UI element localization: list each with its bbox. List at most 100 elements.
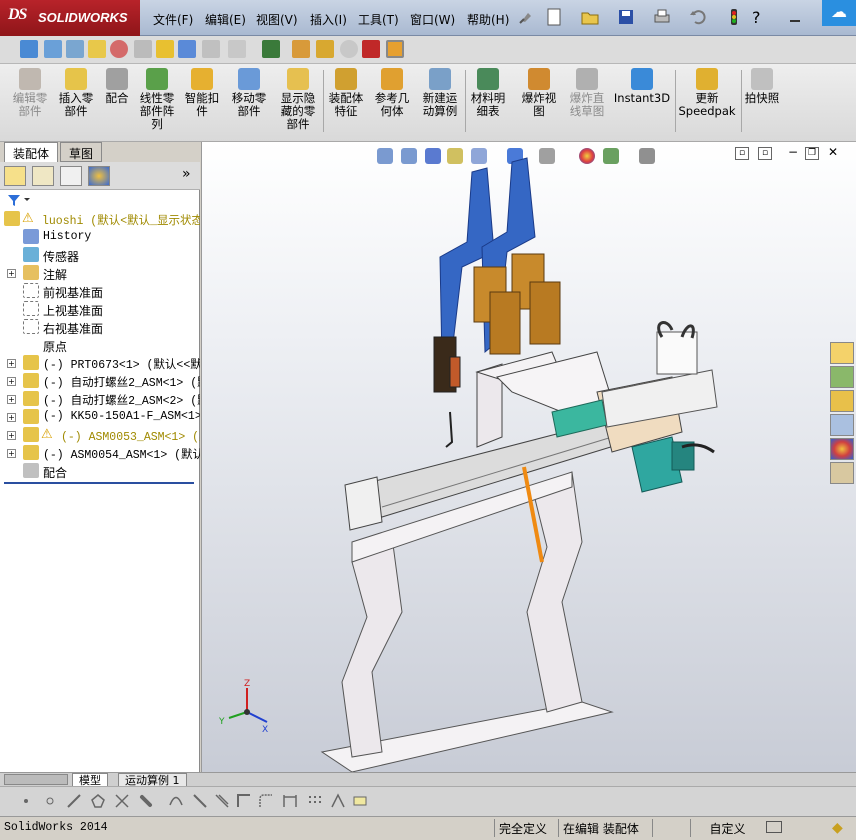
clearance-icon[interactable] — [202, 40, 220, 58]
line-icon[interactable] — [66, 793, 82, 809]
checkmark-circle-icon[interactable] — [340, 40, 358, 58]
render-icon[interactable] — [316, 40, 334, 58]
open-folder-icon[interactable] — [580, 7, 600, 27]
tree-item[interactable]: 右视基准面 — [0, 318, 200, 336]
center-point-icon[interactable] — [42, 793, 58, 809]
command-button-4[interactable]: 智能扣 件 — [182, 68, 222, 118]
save-icon[interactable] — [616, 7, 636, 27]
minimize-window-icon[interactable] — [786, 7, 806, 27]
tree-item[interactable]: + (-) 自动打螺丝2_ASM<2> (默 — [0, 390, 200, 408]
appearance-icon[interactable] — [386, 40, 404, 58]
compare-icon[interactable] — [262, 40, 280, 58]
feature-manager-icon[interactable] — [4, 166, 26, 186]
command-button-8[interactable]: 参考几 何体 — [372, 68, 412, 118]
custom-properties-icon[interactable] — [830, 462, 854, 484]
spell-check-icon[interactable] — [20, 40, 38, 58]
performance-icon[interactable] — [292, 40, 310, 58]
units-status[interactable]: 自定义 — [690, 819, 764, 837]
expand-toggle-icon[interactable]: + — [7, 269, 16, 278]
fillet-icon[interactable] — [258, 793, 274, 809]
file-explorer-icon[interactable] — [830, 390, 854, 412]
trim-icon[interactable] — [114, 793, 130, 809]
section-properties-icon[interactable] — [88, 40, 106, 58]
tree-item[interactable]: 前视基准面 — [0, 282, 200, 300]
menu-file[interactable]: 文件(F) — [153, 11, 193, 28]
configuration-manager-icon[interactable] — [60, 166, 82, 186]
help-question-icon[interactable]: ? — [752, 8, 772, 28]
expand-toggle-icon[interactable]: + — [7, 395, 16, 404]
command-button-0[interactable]: 编辑零 部件 — [6, 68, 54, 118]
view-palette-icon[interactable] — [830, 414, 854, 436]
dimension-icon[interactable] — [282, 793, 298, 809]
tab-sketch[interactable]: 草图 — [60, 142, 103, 162]
tab-assembly[interactable]: 装配体 — [4, 142, 59, 162]
menu-tools[interactable]: 工具(T) — [358, 11, 399, 28]
interference-icon[interactable] — [134, 40, 152, 58]
mirror-icon[interactable] — [214, 793, 230, 809]
convert-icon[interactable] — [192, 793, 208, 809]
expand-toggle-icon[interactable]: + — [7, 449, 16, 458]
menu-help[interactable]: 帮助(H) — [467, 11, 509, 28]
stop-icon[interactable] — [362, 40, 380, 58]
cloud-icon[interactable]: ☁ — [822, 0, 856, 26]
appearances-scenes-icon[interactable] — [830, 438, 854, 460]
tree-item[interactable]: + (-) 自动打螺丝2_ASM<1> (默 — [0, 372, 200, 390]
expand-toggle-icon[interactable]: + — [7, 413, 16, 422]
expand-toggle-icon[interactable]: + — [7, 431, 16, 440]
command-button-6[interactable]: 显示隐 藏的零 部件 — [276, 68, 320, 131]
command-button-7[interactable]: 装配体 特征 — [326, 68, 366, 118]
tree-item[interactable]: 上视基准面 — [0, 300, 200, 318]
tree-item[interactable]: + ⚠ (-) ASM0053_ASM<1> (默认 — [0, 426, 200, 444]
relations-icon[interactable] — [352, 793, 368, 809]
expand-panel-icon[interactable]: » — [182, 166, 191, 182]
tag-icon[interactable]: ◆ — [828, 819, 848, 837]
command-button-14[interactable]: 更新 Speedpak — [676, 68, 738, 118]
home-icon[interactable] — [830, 342, 854, 364]
tree-item[interactable]: 传感器 — [0, 246, 200, 264]
command-button-3[interactable]: 线性零 部件阵 列 — [136, 68, 178, 131]
menu-window[interactable]: 窗口(W) — [410, 11, 455, 28]
command-button-11[interactable]: 爆炸视 图 — [518, 68, 560, 118]
menu-view[interactable]: 视图(V) — [256, 11, 298, 28]
property-manager-icon[interactable] — [32, 166, 54, 186]
tree-item[interactable]: History — [0, 228, 200, 246]
tree-item[interactable]: 配合 — [0, 462, 200, 480]
command-button-15[interactable]: 拍快照 — [740, 68, 784, 105]
polygon-icon[interactable] — [90, 793, 106, 809]
collision-icon[interactable] — [228, 40, 246, 58]
tree-item[interactable]: + (-) KK50-150A1-F_ASM<1> ( — [0, 408, 200, 426]
command-button-1[interactable]: 插入零 部件 — [54, 68, 98, 118]
command-button-13[interactable]: Instant3D — [612, 68, 672, 105]
expand-toggle-icon[interactable]: + — [7, 377, 16, 386]
assembly-model[interactable]: Z Y X — [202, 142, 856, 772]
undo-icon[interactable] — [688, 7, 708, 27]
mass-properties-icon[interactable] — [66, 40, 84, 58]
command-button-5[interactable]: 移动零 部件 — [228, 68, 270, 118]
rebuild-status-icon[interactable] — [766, 821, 782, 833]
offset-icon[interactable] — [168, 793, 184, 809]
graphics-area[interactable]: ▫ ▫ − ❐ ✕ Z Y X — [201, 142, 856, 772]
slot-icon[interactable] — [138, 793, 154, 809]
print-icon[interactable] — [652, 7, 672, 27]
measure-icon[interactable] — [44, 40, 62, 58]
check-icon[interactable] — [156, 40, 174, 58]
command-button-9[interactable]: 新建运 动算例 — [418, 68, 462, 118]
command-button-12[interactable]: 爆炸直 线草图 — [564, 68, 610, 118]
tree-item[interactable]: + (-) PRT0673<1> (默认<<默认 — [0, 354, 200, 372]
corner-icon[interactable] — [236, 793, 252, 809]
display-manager-icon[interactable] — [88, 166, 110, 186]
pin-icon[interactable] — [516, 7, 536, 27]
tab-model[interactable]: 模型 — [72, 773, 108, 787]
tree-item[interactable]: + (-) ASM0054_ASM<1> (默认< — [0, 444, 200, 462]
solidworks-logo[interactable]: DS SOLIDWORKS — [0, 0, 140, 36]
menu-insert[interactable]: 插入(I) — [310, 11, 347, 28]
tree-item[interactable]: ⚠ luoshi (默认<默认_显示状态 — [0, 210, 200, 228]
hole-alignment-icon[interactable] — [178, 40, 196, 58]
command-button-2[interactable]: 配合 — [104, 68, 130, 105]
design-library-icon[interactable] — [830, 366, 854, 388]
filter-icon[interactable] — [4, 192, 196, 208]
tree-item[interactable]: 原点 — [0, 336, 200, 354]
move-entities-icon[interactable] — [330, 793, 346, 809]
tab-motion-study[interactable]: 运动算例 1 — [118, 773, 187, 787]
rebuild-traffic-light-icon[interactable] — [724, 7, 744, 27]
